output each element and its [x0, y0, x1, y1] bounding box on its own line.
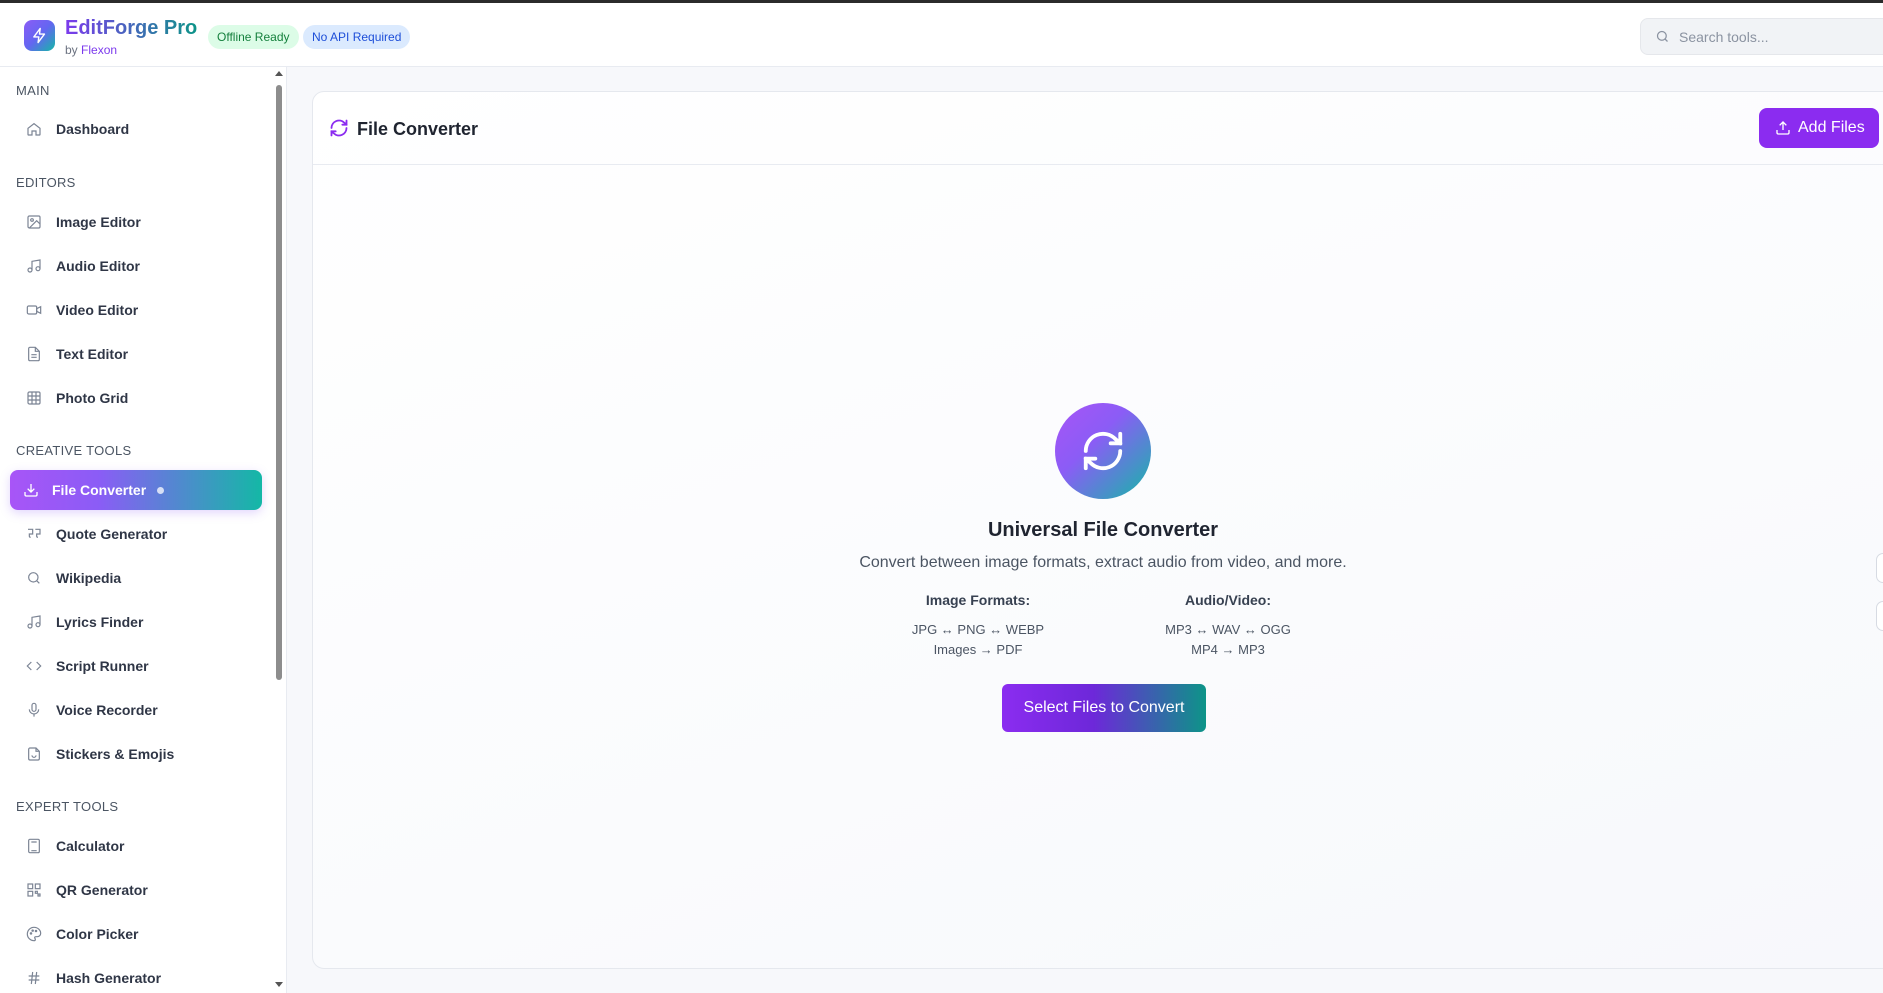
sidebar-item-audio-editor[interactable]: Audio Editor: [10, 246, 262, 286]
audio-video-line: MP4 → MP3: [1191, 642, 1265, 657]
sidebar-item-label: Hash Generator: [56, 970, 162, 986]
music-icon: [27, 615, 41, 629]
hero-title: Universal File Converter: [987, 519, 1219, 541]
sidebar-item-quote-generator[interactable]: Quote Generator: [10, 514, 262, 554]
mic-icon: [28, 702, 40, 717]
quote-icon: [28, 528, 41, 538]
edge-handle-top[interactable]: [1876, 553, 1883, 583]
image-icon: [27, 215, 41, 229]
sidebar-item-hash-generator[interactable]: Hash Generator: [10, 958, 262, 993]
audio-video-line: MP3 ↔ WAV ↔ OGG: [1165, 622, 1291, 637]
home-icon: [27, 122, 41, 136]
add-files-label: Add Files: [1798, 119, 1865, 136]
page-title: File Converter: [357, 119, 479, 139]
palette-icon: [26, 926, 42, 942]
image-formats-heading: Image Formats:: [925, 592, 1031, 608]
sidebar-item-label: QR Generator: [56, 882, 148, 898]
sidebar-item-stickers-emojis[interactable]: Stickers & Emojis: [10, 734, 262, 774]
panel-header: File Converter Add Files: [313, 92, 1883, 165]
sidebar-item-lyrics-finder[interactable]: Lyrics Finder: [10, 602, 262, 642]
sidebar-item-label: Image Editor: [56, 214, 141, 230]
sidebar-item-script-runner[interactable]: Script Runner: [10, 646, 262, 686]
lightning-icon: [33, 27, 46, 44]
upload-icon: [1776, 121, 1790, 135]
sidebar-item-label: Stickers & Emojis: [56, 746, 175, 762]
sidebar-item-qr-generator[interactable]: QR Generator: [10, 870, 262, 910]
scroll-up-arrow[interactable]: [275, 71, 283, 76]
sidebar-item-label: Color Picker: [56, 926, 139, 942]
sticker-icon: [28, 747, 40, 761]
sidebar-item-video-editor[interactable]: Video Editor: [10, 290, 262, 330]
no-api-badge: No API Required: [303, 25, 411, 49]
sidebar-item-text-editor[interactable]: Text Editor: [10, 334, 262, 374]
sidebar-item-dashboard[interactable]: Dashboard: [10, 109, 262, 149]
sidebar-item-label: Quote Generator: [56, 526, 168, 542]
sidebar-item-label: Voice Recorder: [56, 702, 158, 718]
sidebar-item-label: Dashboard: [56, 121, 130, 137]
sidebar-item-label: Calculator: [56, 838, 125, 854]
hash-icon: [28, 971, 40, 985]
search-icon: [28, 572, 40, 584]
scroll-down-arrow[interactable]: [275, 982, 283, 987]
sidebar-item-photo-grid[interactable]: Photo Grid: [10, 378, 262, 418]
audio-video-info: Audio/Video: MP3 ↔ WAV ↔ OGG MP4 → MP3: [1118, 592, 1338, 660]
search-input[interactable]: [1679, 19, 1879, 54]
audio-video-heading: Audio/Video:: [1184, 592, 1272, 608]
sidebar-item-image-editor[interactable]: Image Editor: [10, 202, 262, 242]
edge-handle-bottom[interactable]: [1876, 601, 1883, 631]
section-label-main: MAIN: [16, 83, 50, 98]
app-logo[interactable]: [24, 20, 55, 51]
sidebar-scroll-thumb[interactable]: [276, 85, 282, 680]
hero-description: Convert between image formats, extract a…: [859, 554, 1347, 571]
sidebar-item-label: Audio Editor: [56, 258, 140, 274]
byline-prefix: by: [65, 43, 78, 57]
select-files-button[interactable]: Select Files to Convert: [1002, 684, 1206, 732]
add-files-button[interactable]: Add Files: [1759, 108, 1879, 148]
sidebar-item-wikipedia[interactable]: Wikipedia: [10, 558, 262, 598]
music-icon: [27, 259, 41, 273]
file-text-icon: [28, 346, 40, 362]
brand-name: Flexon: [81, 43, 118, 57]
download-icon: [24, 484, 38, 497]
qr-icon: [27, 883, 41, 897]
search-box[interactable]: [1640, 18, 1883, 55]
refresh-icon: [1083, 431, 1123, 471]
search-icon: [1656, 30, 1668, 42]
section-label-creative-tools: CREATIVE TOOLS: [16, 443, 132, 458]
sidebar-item-label: Wikipedia: [56, 570, 122, 586]
section-label-expert-tools: EXPERT TOOLS: [16, 799, 119, 814]
active-indicator-dot: [157, 487, 164, 494]
sidebar-item-label: Script Runner: [56, 658, 149, 674]
app-title: EditForge Pro: [65, 17, 198, 39]
sidebar-item-calculator[interactable]: Calculator: [10, 826, 262, 866]
converter-hero-icon: [1055, 403, 1151, 499]
sidebar-item-color-picker[interactable]: Color Picker: [10, 914, 262, 954]
sidebar: MAIN Dashboard EDITORS Image Editor Audi…: [0, 67, 287, 993]
image-formats-info: Image Formats: JPG ↔ PNG ↔ WEBP Images →…: [868, 592, 1088, 660]
grid-icon: [27, 391, 41, 405]
video-icon: [26, 305, 42, 315]
app-header: EditForge Pro by Flexon Offline Ready No…: [0, 3, 1883, 67]
file-converter-panel: File Converter Add Files Universal File …: [312, 91, 1883, 969]
sidebar-item-label: File Converter: [52, 482, 147, 498]
sidebar-item-file-converter[interactable]: File Converter: [10, 470, 262, 510]
offline-ready-badge: Offline Ready: [208, 25, 299, 49]
app-byline: by Flexon: [65, 43, 117, 57]
sidebar-item-label: Lyrics Finder: [56, 614, 144, 630]
image-formats-line: JPG ↔ PNG ↔ WEBP: [911, 622, 1045, 637]
sidebar-item-voice-recorder[interactable]: Voice Recorder: [10, 690, 262, 730]
sidebar-item-label: Text Editor: [56, 346, 129, 362]
refresh-icon: [330, 119, 348, 137]
sidebar-item-label: Video Editor: [56, 302, 139, 318]
sidebar-item-label: Photo Grid: [56, 390, 129, 406]
image-formats-line: Images → PDF: [933, 642, 1023, 657]
section-label-editors: EDITORS: [16, 175, 76, 190]
calculator-icon: [28, 838, 40, 854]
code-icon: [26, 661, 42, 671]
